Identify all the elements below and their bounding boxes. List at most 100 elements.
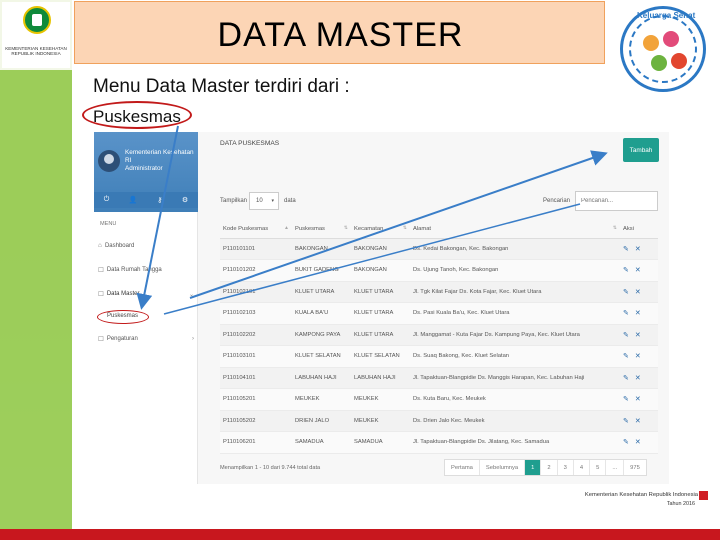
cell-alamat: Jl. Tapaktuan-Blangpidie Ds. Manggis Har… bbox=[410, 367, 620, 389]
cell-aksi: ✎ ✕ bbox=[620, 238, 658, 260]
page-length-value: 10 bbox=[256, 198, 263, 204]
column-header-alamat[interactable]: Alamat ⇅ bbox=[410, 220, 620, 239]
edit-icon[interactable]: ✎ bbox=[623, 246, 629, 253]
table-row: P110101202 BUKIT GADENG BAKONGAN Ds. Ujung … bbox=[220, 259, 658, 282]
cell-aksi: ✎ ✕ bbox=[620, 259, 658, 282]
cell-puskesmas: KLUET SELATAN bbox=[292, 345, 351, 368]
power-icon[interactable]: ⏻ bbox=[104, 196, 110, 204]
user-icon[interactable]: 👤 bbox=[129, 196, 138, 204]
gear-icon[interactable]: ⚙ bbox=[182, 196, 188, 204]
footer-ministry: Kementerian Kesehatan Republik Indonesia bbox=[584, 492, 698, 498]
sidebar-item-data-rumah-tangga[interactable]: ☐ Data Rumah Tangga bbox=[98, 266, 194, 274]
sidebar-item-label: Data Master bbox=[106, 291, 140, 297]
page-link[interactable]: 5 bbox=[590, 460, 607, 475]
page-link[interactable]: 1 bbox=[525, 460, 542, 475]
cell-puskesmas: MEUKEK bbox=[292, 388, 351, 411]
delete-icon[interactable]: ✕ bbox=[635, 375, 641, 382]
sidebar-item-dashboard[interactable]: ⌂ Dashboard bbox=[98, 242, 194, 249]
footer-red-square bbox=[699, 491, 708, 500]
cell-aksi: ✎ ✕ bbox=[620, 431, 658, 454]
table-row: P110101101 BAKONGAN BAKONGAN Ds. Kedai Bako… bbox=[220, 238, 658, 260]
edit-icon[interactable]: ✎ bbox=[623, 418, 629, 425]
page-link[interactable]: 3 bbox=[558, 460, 574, 475]
panel-title: DATA PUSKESMAS bbox=[220, 140, 280, 147]
cell-kecamatan: KLUET UTARA bbox=[351, 281, 410, 303]
column-header-puskesmas[interactable]: Puskesmas ⇅ bbox=[292, 220, 351, 239]
edit-icon[interactable]: ✎ bbox=[623, 353, 629, 360]
page-link[interactable]: 975 bbox=[624, 460, 646, 475]
delete-icon[interactable]: ✕ bbox=[635, 353, 641, 360]
avatar bbox=[98, 150, 120, 172]
delete-icon[interactable]: ✕ bbox=[635, 418, 641, 425]
kemenkes-logo: KEMENTERIAN KESEHATAN REPUBLIK INDONESIA bbox=[2, 2, 70, 68]
page-link[interactable]: 4 bbox=[574, 460, 591, 475]
cell-kode: P110102103 bbox=[220, 302, 292, 325]
cell-kode: P110101101 bbox=[220, 238, 292, 260]
main-content: DATA PUSKESMAS Tambah Tampilkan 10 ▾ dat… bbox=[198, 132, 669, 484]
cell-kode: P110102101 bbox=[220, 281, 292, 303]
profile-toolbar: ⏻ 👤 ⚷ ⚙ bbox=[94, 192, 198, 208]
edit-icon[interactable]: ✎ bbox=[623, 267, 629, 274]
cell-aksi: ✎ ✕ bbox=[620, 367, 658, 389]
cell-kode: P110106201 bbox=[220, 431, 292, 454]
slide: KEMENTERIAN KESEHATAN REPUBLIK INDONESIA… bbox=[0, 0, 720, 540]
page-link[interactable]: 2 bbox=[541, 460, 558, 475]
delete-icon[interactable]: ✕ bbox=[635, 246, 641, 253]
cell-alamat: Ds. Pasi Kuala Ba'u, Kec. Kluet Utara bbox=[410, 302, 620, 325]
family-figure-icon bbox=[671, 53, 687, 69]
cell-puskesmas: BAKONGAN bbox=[292, 238, 351, 260]
cell-kecamatan: MEUKEK bbox=[351, 410, 410, 432]
edit-icon[interactable]: ✎ bbox=[623, 310, 629, 317]
sidebar-item-data-master[interactable]: ☐ Data Master ⌄ bbox=[98, 290, 194, 298]
pagination: Pertama Sebelumnya 1 2 3 4 5... 975 bbox=[444, 459, 647, 476]
table-row: P110102103 KUALA BA'U KLUET UTARA Ds. Pasi … bbox=[220, 302, 658, 325]
sidebar: Kementerian Kesehatan RI Administrator ⏻… bbox=[94, 132, 198, 484]
footer-year: Tahun 2016 bbox=[666, 501, 695, 507]
search-label: Pencarian bbox=[543, 198, 571, 204]
cell-kode: P110105201 bbox=[220, 388, 292, 411]
delete-icon[interactable]: ✕ bbox=[635, 439, 641, 446]
title-box: DATA MASTER bbox=[74, 1, 605, 64]
cell-aksi: ✎ ✕ bbox=[620, 324, 658, 346]
puskesmas-table: Kode Puskesmas ▲ Puskesmas ⇅ Kecamatan ⇅ Al… bbox=[220, 220, 658, 454]
cell-kecamatan: BAKONGAN bbox=[351, 259, 410, 282]
page-link[interactable]: Pertama bbox=[445, 460, 480, 475]
cell-puskesmas: LABUHAN HAJI bbox=[292, 367, 351, 389]
delete-icon[interactable]: ✕ bbox=[635, 289, 641, 296]
delete-icon[interactable]: ✕ bbox=[635, 310, 641, 317]
delete-icon[interactable]: ✕ bbox=[635, 396, 641, 403]
page-link[interactable]: ... bbox=[606, 460, 625, 475]
folder-icon: ☐ bbox=[98, 291, 104, 298]
profile-name: Kementerian Kesehatan RI bbox=[125, 149, 194, 164]
kemenkes-emblem-icon bbox=[23, 6, 51, 34]
cell-puskesmas: DRIEN JALO bbox=[292, 410, 351, 432]
edit-icon[interactable]: ✎ bbox=[623, 375, 629, 382]
edit-icon[interactable]: ✎ bbox=[623, 396, 629, 403]
table-header-row: Kode Puskesmas ▲ Puskesmas ⇅ Kecamatan ⇅ Al… bbox=[220, 220, 658, 239]
column-header-kecamatan[interactable]: Kecamatan ⇅ bbox=[351, 220, 410, 239]
edit-icon[interactable]: ✎ bbox=[623, 439, 629, 446]
menu-header: MENU bbox=[100, 221, 117, 227]
sidebar-item-pengaturan[interactable]: ☐ Pengaturan › bbox=[98, 335, 194, 343]
sidebar-subitem-puskesmas[interactable]: Puskesmas bbox=[107, 313, 138, 319]
chevron-down-icon: ⌄ bbox=[188, 291, 194, 298]
page-length-select[interactable]: 10 ▾ bbox=[249, 192, 279, 210]
column-header-kode[interactable]: Kode Puskesmas ▲ bbox=[220, 220, 292, 239]
edit-icon[interactable]: ✎ bbox=[623, 289, 629, 296]
slide-subtitle: Menu Data Master terdiri dari : bbox=[93, 76, 350, 97]
family-figure-icon bbox=[651, 55, 667, 71]
cell-kecamatan: BAKONGAN bbox=[351, 238, 410, 260]
cell-alamat: Ds. Kedai Bakongan, Kec. Bakongan bbox=[410, 238, 620, 260]
add-button[interactable]: Tambah bbox=[623, 138, 659, 162]
delete-icon[interactable]: ✕ bbox=[635, 267, 641, 274]
key-icon[interactable]: ⚷ bbox=[157, 196, 162, 204]
table-row: P110102202 KAMPONG PAYA KLUET UTARA Jl. Man… bbox=[220, 324, 658, 346]
cell-aksi: ✎ ✕ bbox=[620, 302, 658, 325]
search-input[interactable] bbox=[575, 191, 658, 211]
home-icon: ⌂ bbox=[98, 242, 102, 249]
page-link[interactable]: Sebelumnya bbox=[480, 460, 526, 475]
cell-kecamatan: MEUKEK bbox=[351, 388, 410, 411]
delete-icon[interactable]: ✕ bbox=[635, 332, 641, 339]
cell-alamat: Jl. Tgk Kilat Fajar Ds. Kota Fajar, Kec.… bbox=[410, 281, 620, 303]
edit-icon[interactable]: ✎ bbox=[623, 332, 629, 339]
